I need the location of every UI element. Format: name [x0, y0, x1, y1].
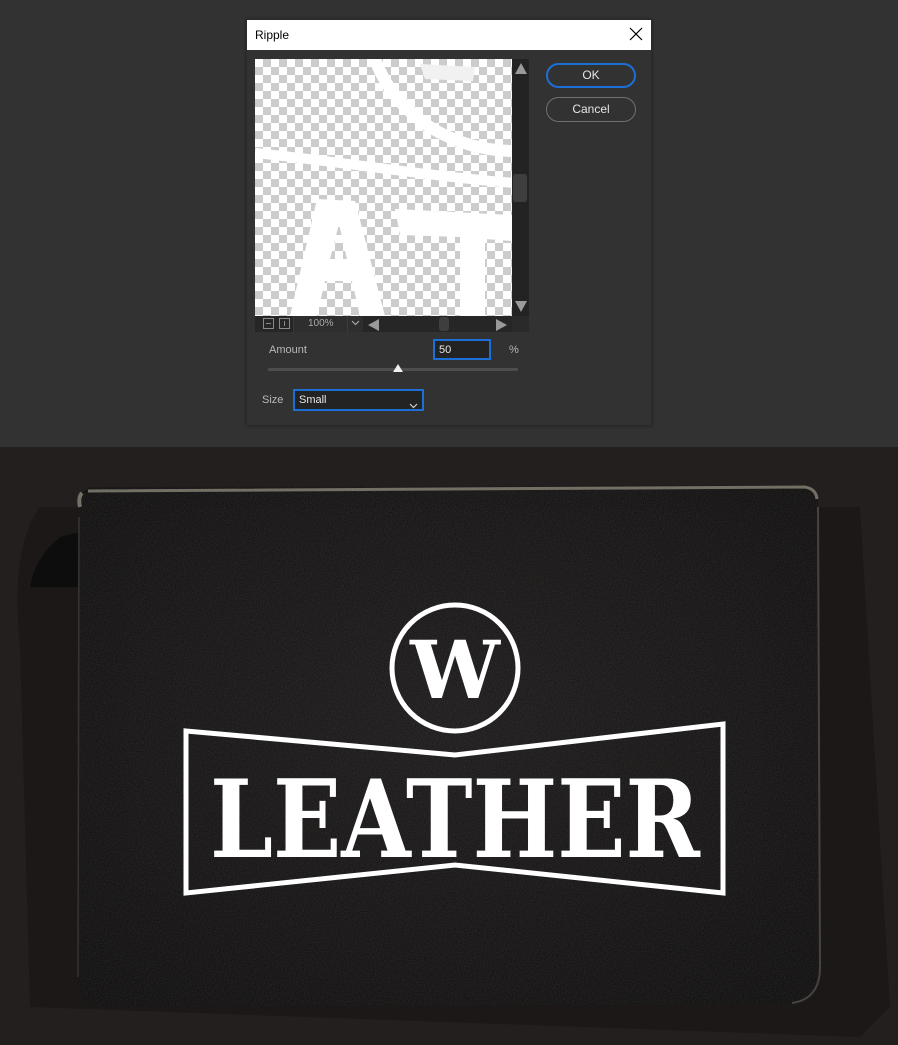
- size-selected-value: Small: [299, 394, 327, 406]
- chevron-down-icon: [409, 396, 418, 414]
- zoom-level-value: 100%: [308, 318, 334, 329]
- scroll-up-arrow-icon[interactable]: [515, 63, 527, 74]
- size-dropdown[interactable]: Small: [293, 389, 424, 411]
- scroll-right-arrow-icon[interactable]: [496, 319, 507, 331]
- chevron-down-icon[interactable]: [347, 316, 363, 332]
- preview-vertical-scrollbar[interactable]: [512, 59, 529, 316]
- preview-letter-a: [290, 199, 385, 316]
- amount-label: Amount: [269, 344, 307, 356]
- preview-band-line: [255, 148, 512, 188]
- zoom-level-select[interactable]: 100%: [293, 316, 363, 332]
- cancel-button[interactable]: Cancel: [546, 97, 636, 122]
- size-label: Size: [262, 394, 284, 406]
- preview-highlight: [420, 64, 475, 81]
- leather-result-image: W LEATHER: [0, 447, 898, 1045]
- zoom-in-icon[interactable]: [279, 318, 290, 329]
- amount-unit: %: [509, 344, 519, 356]
- ripple-dialog: Ripple 100% OK Cancel Amount 50 % Size S…: [246, 19, 652, 426]
- preview-toolbar: 100%: [255, 316, 529, 332]
- scrollbar-corner: [512, 316, 529, 332]
- horizontal-scroll-thumb[interactable]: [439, 317, 449, 331]
- ok-button[interactable]: OK: [546, 63, 636, 88]
- amount-input[interactable]: [433, 339, 491, 360]
- zoom-out-icon[interactable]: [263, 318, 274, 329]
- amount-slider[interactable]: [268, 364, 518, 376]
- vertical-scroll-thumb[interactable]: [513, 174, 527, 202]
- dialog-titlebar[interactable]: Ripple: [247, 20, 651, 50]
- wordmark: LEATHER: [210, 757, 701, 883]
- scroll-left-arrow-icon[interactable]: [368, 319, 379, 331]
- amount-slider-thumb[interactable]: [393, 364, 403, 372]
- monogram-letter: W: [409, 623, 501, 717]
- close-icon[interactable]: [629, 27, 643, 41]
- dialog-title: Ripple: [255, 28, 290, 42]
- scroll-down-arrow-icon[interactable]: [515, 301, 527, 312]
- filter-preview[interactable]: [255, 59, 512, 316]
- preview-letter-t: [395, 209, 512, 316]
